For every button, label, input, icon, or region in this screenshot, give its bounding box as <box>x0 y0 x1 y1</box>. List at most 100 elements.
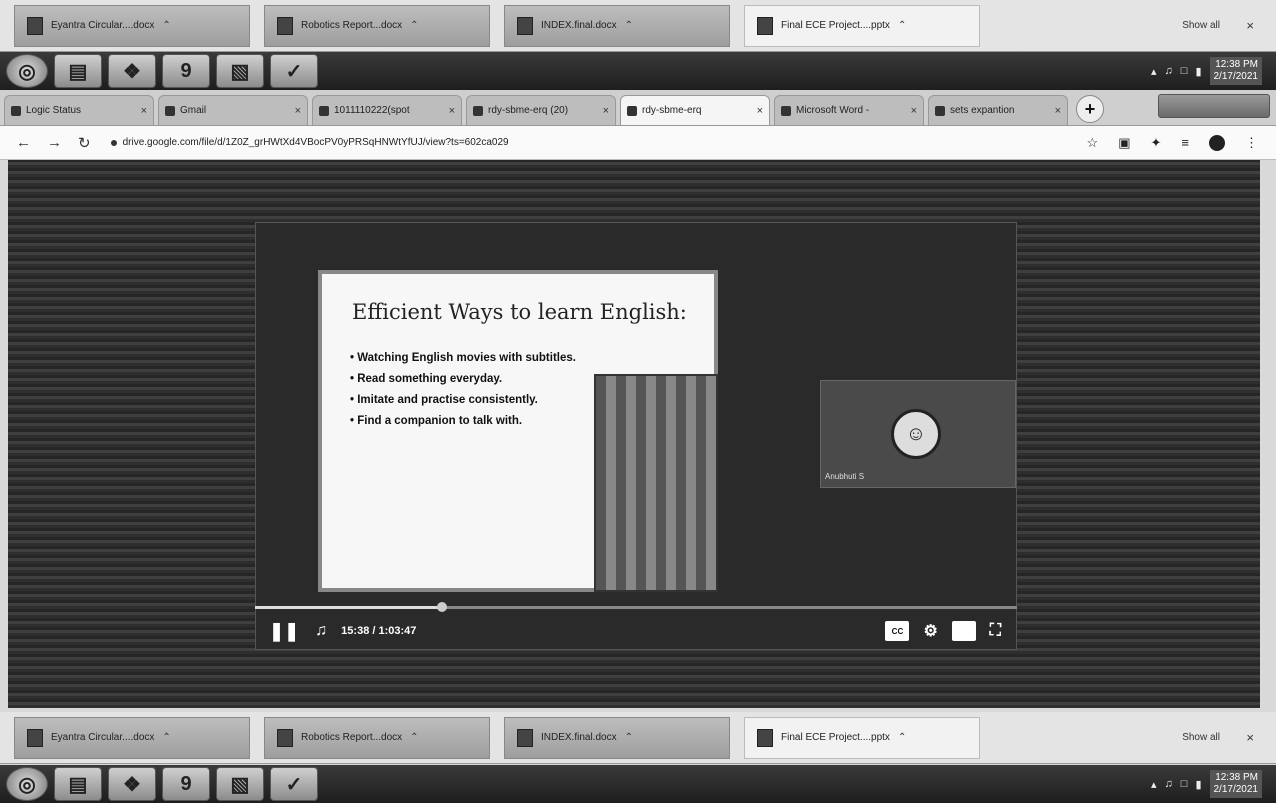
close-icon[interactable]: × <box>603 105 609 117</box>
app-9-icon[interactable]: 9 <box>162 54 210 88</box>
back-icon[interactable]: ← <box>16 134 31 151</box>
close-icon[interactable]: × <box>141 105 147 117</box>
document-icon <box>517 728 533 747</box>
chevron-up-icon[interactable]: ⌃ <box>410 20 418 31</box>
battery-icon[interactable]: ▮ <box>1195 778 1201 791</box>
download-item[interactable]: INDEX.final.docx ⌃ <box>504 4 730 47</box>
download-item[interactable]: Eyantra Circular....docx ⌃ <box>14 4 250 47</box>
clock-time: 12:38 PM <box>1215 772 1258 783</box>
video-progress-bar[interactable] <box>255 602 1017 612</box>
word-icon[interactable]: ▧ <box>216 767 264 801</box>
participant-name: Anubhuti S <box>825 472 865 481</box>
close-icon[interactable]: × <box>911 105 917 117</box>
clock[interactable]: 12:38 PM 2/17/2021 <box>1209 770 1262 798</box>
settings-gear-icon[interactable]: ⚙ <box>923 621 937 641</box>
new-tab-button[interactable]: + <box>1076 95 1104 123</box>
progress-scrubber[interactable] <box>436 602 447 612</box>
network-icon[interactable]: □ <box>1181 65 1188 77</box>
chevron-up-icon[interactable]: ⌃ <box>162 732 170 743</box>
file-explorer-icon[interactable]: ▤ <box>54 54 102 88</box>
close-icon[interactable]: × <box>449 105 455 117</box>
document-icon <box>277 16 293 35</box>
volume-icon[interactable]: ♫ <box>1165 778 1173 790</box>
start-button[interactable]: ◎ <box>6 54 48 88</box>
download-item-label: INDEX.final.docx <box>541 732 617 743</box>
chevron-up-icon[interactable]: ▴ <box>1151 778 1157 791</box>
presentation-slide: Efficient Ways to learn English: Watchin… <box>318 270 718 592</box>
chevron-up-icon[interactable]: ⌃ <box>162 20 170 31</box>
document-icon <box>757 728 773 747</box>
slide-title: Efficient Ways to learn English: <box>352 300 687 324</box>
close-icon[interactable]: × <box>757 105 763 117</box>
chevron-up-icon[interactable]: ⌃ <box>625 732 633 743</box>
chevron-up-icon[interactable]: ▴ <box>1151 65 1157 78</box>
download-item[interactable]: Eyantra Circular....docx ⌃ <box>14 716 250 759</box>
download-item[interactable]: Final ECE Project....pptx ⌃ <box>744 716 980 759</box>
browser-tab[interactable]: Logic Status × <box>4 95 154 125</box>
toolbar-icons: ☆ ▣ ✦ ≡ ⋮ <box>1087 134 1258 151</box>
snipping-tool-icon[interactable]: ✓ <box>270 54 318 88</box>
tab-label: Logic Status <box>26 105 82 116</box>
fullscreen-icon[interactable]: ⛶ <box>990 622 1001 640</box>
miniplayer-icon[interactable] <box>951 621 976 641</box>
app-9-icon[interactable]: 9 <box>162 767 210 801</box>
browser-tab[interactable]: 1011110222(spot × <box>312 95 462 125</box>
taskbar-bottom: ◎ ▤ ❖ 9 ▧ ✓ ▴ ♫ □ ▮ 12:38 PM 2/17/2021 <box>0 765 1276 803</box>
start-button[interactable]: ◎ <box>6 767 48 801</box>
window-controls[interactable] <box>1158 94 1270 118</box>
lock-icon <box>110 139 117 146</box>
video-controls: ❚❚ ♫ 15:38 / 1:03:47 CC ⚙ ⛶ <box>255 612 1017 650</box>
volume-icon[interactable]: ♫ <box>1165 65 1173 77</box>
slide-image <box>594 374 718 592</box>
close-icon[interactable]: × <box>1246 730 1254 745</box>
browser-tab[interactable]: sets expantion × <box>928 95 1068 125</box>
show-all-button[interactable]: Show all <box>1182 732 1220 743</box>
pause-icon[interactable]: ❚❚ <box>269 621 299 642</box>
participant-avatar: ☺ <box>891 409 941 459</box>
menu-icon[interactable]: ⋮ <box>1245 135 1258 151</box>
download-item[interactable]: INDEX.final.docx ⌃ <box>504 716 730 759</box>
browser-tab-active[interactable]: rdy-sbme-erq × <box>620 95 770 125</box>
tab-label: 1011110222(spot <box>334 105 410 116</box>
chevron-up-icon[interactable]: ⌃ <box>625 20 633 31</box>
chevron-up-icon[interactable]: ⌃ <box>410 732 418 743</box>
volume-icon[interactable]: ♫ <box>315 622 327 640</box>
reading-list-icon[interactable]: ≡ <box>1181 135 1189 150</box>
chrome-icon[interactable]: ❖ <box>108 54 156 88</box>
snipping-tool-icon[interactable]: ✓ <box>270 767 318 801</box>
slide-bullet: Read something everyday. <box>350 369 576 390</box>
close-icon[interactable]: × <box>1055 105 1061 117</box>
forward-icon[interactable]: → <box>47 134 62 151</box>
reload-icon[interactable]: ↻ <box>78 134 91 152</box>
file-explorer-icon[interactable]: ▤ <box>54 767 102 801</box>
download-shelf-top: Eyantra Circular....docx ⌃ Robotics Repo… <box>0 0 1276 52</box>
profile-avatar[interactable] <box>1209 134 1225 151</box>
network-icon[interactable]: □ <box>1181 778 1188 790</box>
browser-tab[interactable]: rdy-sbme-erq (20) × <box>466 95 616 125</box>
close-icon[interactable]: × <box>295 105 301 117</box>
show-all-button[interactable]: Show all <box>1182 20 1220 31</box>
tab-favicon-icon <box>473 105 483 116</box>
close-icon[interactable]: × <box>1246 18 1254 33</box>
download-item[interactable]: Robotics Report...docx ⌃ <box>264 4 490 47</box>
extension-icon[interactable]: ▣ <box>1118 135 1130 151</box>
chevron-up-icon[interactable]: ⌃ <box>898 20 906 31</box>
drive-icon <box>627 105 637 116</box>
puzzle-icon[interactable]: ✦ <box>1151 135 1162 151</box>
url-field[interactable]: drive.google.com/file/d/1Z0Z_grHWtXd4VBo… <box>110 137 509 148</box>
captions-button[interactable]: CC <box>885 621 910 641</box>
download-item[interactable]: Robotics Report...docx ⌃ <box>264 716 490 759</box>
browser-tab[interactable]: Microsoft Word - × <box>774 95 924 125</box>
battery-icon[interactable]: ▮ <box>1195 65 1201 78</box>
browser-tab[interactable]: Gmail × <box>158 95 308 125</box>
slide-bullet: Watching English movies with subtitles. <box>350 348 576 369</box>
browser-tab-strip: Logic Status × Gmail × 1011110222(spot ×… <box>0 90 1276 126</box>
chrome-icon[interactable]: ❖ <box>108 767 156 801</box>
clock-date: 2/17/2021 <box>1213 71 1259 82</box>
download-item[interactable]: Final ECE Project....pptx ⌃ <box>744 4 980 47</box>
slide-bullet-list: Watching English movies with subtitles. … <box>350 348 576 432</box>
star-icon[interactable]: ☆ <box>1087 135 1099 151</box>
word-icon[interactable]: ▧ <box>216 54 264 88</box>
chevron-up-icon[interactable]: ⌃ <box>898 732 906 743</box>
clock[interactable]: 12:38 PM 2/17/2021 <box>1209 57 1262 85</box>
